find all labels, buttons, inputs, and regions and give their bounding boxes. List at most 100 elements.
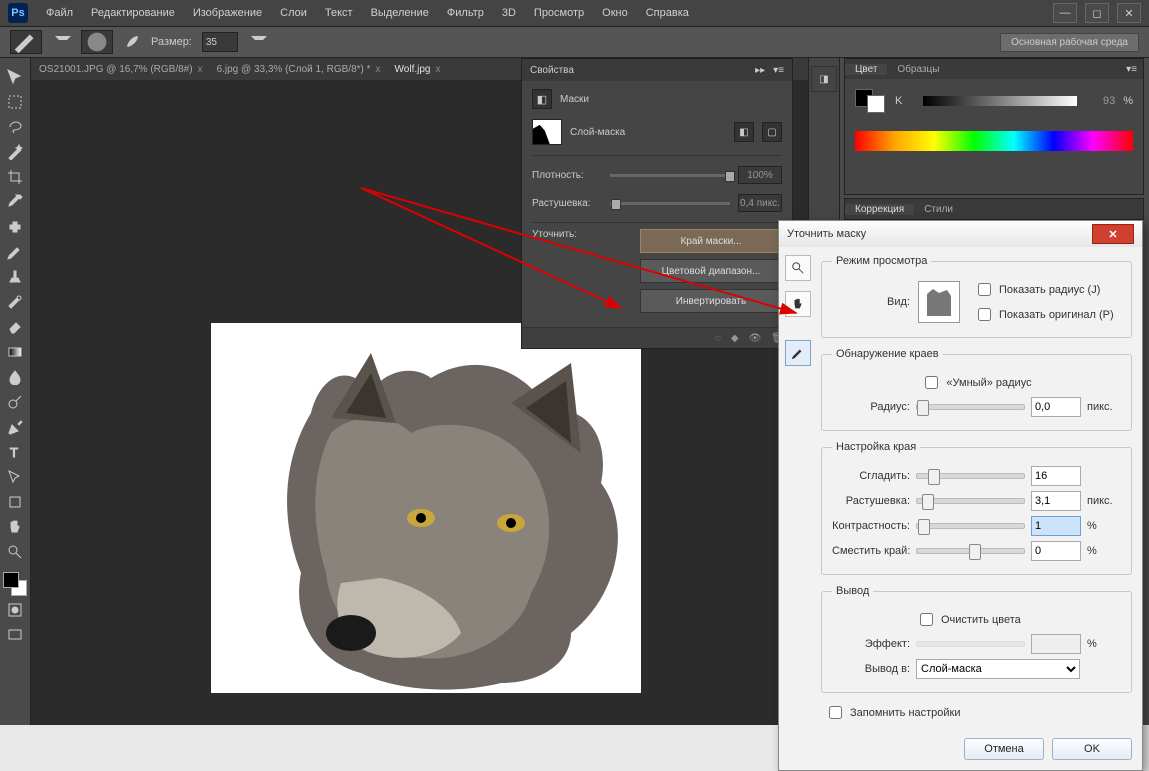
dodge-tool-icon[interactable] <box>3 391 27 413</box>
tab-swatches[interactable]: Образцы <box>887 64 949 75</box>
pixel-mask-icon[interactable]: ◧ <box>734 122 754 142</box>
menu-3d[interactable]: 3D <box>502 7 516 19</box>
tab-close-icon[interactable]: x <box>198 64 203 75</box>
tab-corrections[interactable]: Коррекция <box>845 204 914 215</box>
contrast-input[interactable] <box>1031 516 1081 536</box>
crop-tool-icon[interactable] <box>3 166 27 188</box>
workspace-button[interactable]: Основная рабочая среда <box>1000 33 1139 52</box>
tab-close-icon[interactable]: x <box>376 64 381 75</box>
stamp-tool-icon[interactable] <box>3 266 27 288</box>
document-tab[interactable]: Wolf.jpgx <box>395 64 441 75</box>
type-tool-icon[interactable]: T <box>3 441 27 463</box>
brush-size-input[interactable] <box>202 32 238 52</box>
shift-edge-input[interactable] <box>1031 541 1081 561</box>
move-tool-icon[interactable] <box>3 66 27 88</box>
eraser-tool-icon[interactable] <box>3 316 27 338</box>
density-value[interactable]: 100% <box>738 166 782 184</box>
radius-slider[interactable] <box>916 404 1025 410</box>
smooth-input[interactable] <box>1031 466 1081 486</box>
tab-close-icon[interactable]: x <box>436 64 441 75</box>
menu-layer[interactable]: Слои <box>280 7 307 19</box>
toggle-mask-icon[interactable]: 👁 <box>749 333 762 344</box>
minimize-icon[interactable]: — <box>1053 3 1077 23</box>
remember-settings-checkbox[interactable]: Запомнить настройки <box>825 703 1132 722</box>
document-tab[interactable]: OS21001.JPG @ 16,7% (RGB/8#)x <box>39 64 203 75</box>
zoom-tool-icon[interactable] <box>3 541 27 563</box>
mask-thumbnail[interactable] <box>532 119 562 145</box>
panel-menu-icon[interactable]: ▾≡ <box>1120 64 1143 75</box>
blur-tool-icon[interactable] <box>3 366 27 388</box>
panel-collapse-icon[interactable]: ▸▸ <box>755 65 765 76</box>
shape-tool-icon[interactable] <box>3 491 27 513</box>
brush-panel-icon[interactable] <box>123 33 141 51</box>
hand-tool-icon[interactable] <box>785 291 811 317</box>
brush-size-dropdown[interactable] <box>251 36 267 48</box>
invert-button[interactable]: Инвертировать <box>640 289 782 313</box>
feather-slider[interactable] <box>916 498 1025 504</box>
menu-help[interactable]: Справка <box>646 7 689 19</box>
refine-brush-icon[interactable] <box>785 340 811 366</box>
dialog-close-button[interactable]: ✕ <box>1092 224 1134 244</box>
menu-filter[interactable]: Фильтр <box>447 7 484 19</box>
menu-file[interactable]: Файл <box>46 7 73 19</box>
path-select-icon[interactable] <box>3 466 27 488</box>
mask-mode-icon[interactable]: ◧ <box>532 89 552 109</box>
load-selection-icon[interactable]: ◌ <box>715 333 721 344</box>
menu-view[interactable]: Просмотр <box>534 7 584 19</box>
menu-select[interactable]: Выделение <box>371 7 429 19</box>
cancel-button[interactable]: Отмена <box>964 738 1044 760</box>
ok-button[interactable]: OK <box>1052 738 1132 760</box>
fgbg-color-icon[interactable] <box>855 89 885 113</box>
history-brush-icon[interactable] <box>3 291 27 313</box>
smooth-slider[interactable] <box>916 473 1025 479</box>
lasso-tool-icon[interactable] <box>3 116 27 138</box>
spectrum-bar[interactable] <box>855 131 1133 151</box>
menu-text[interactable]: Текст <box>325 7 353 19</box>
radius-input[interactable] <box>1031 397 1081 417</box>
document-tab[interactable]: 6.jpg @ 33,3% (Слой 1, RGB/8*) *x <box>217 64 381 75</box>
k-slider[interactable] <box>923 96 1077 106</box>
color-range-button[interactable]: Цветовой диапазон... <box>640 259 782 283</box>
menu-edit[interactable]: Редактирование <box>91 7 175 19</box>
show-radius-checkbox[interactable]: Показать радиус (J) <box>974 280 1114 299</box>
eyedropper-tool-icon[interactable] <box>3 191 27 213</box>
vector-mask-icon[interactable]: ▢ <box>762 122 782 142</box>
marquee-tool-icon[interactable] <box>3 91 27 113</box>
tab-color[interactable]: Цвет <box>845 64 887 75</box>
hand-tool-icon[interactable] <box>3 516 27 538</box>
fgbg-swatch[interactable] <box>3 572 27 596</box>
panel-menu-icon[interactable]: ▾≡ <box>773 65 784 76</box>
screenmode-icon[interactable] <box>3 624 27 646</box>
decontaminate-checkbox[interactable]: Очистить цвета <box>916 610 1021 629</box>
mask-edge-button[interactable]: Край маски... <box>640 229 782 253</box>
panel-icon[interactable]: ◨ <box>811 66 837 92</box>
tool-preset-icon[interactable] <box>10 30 42 54</box>
feather-value[interactable]: 0,4 пикс. <box>738 194 782 212</box>
contrast-slider[interactable] <box>916 523 1025 529</box>
menu-window[interactable]: Окно <box>602 7 628 19</box>
close-icon[interactable]: ✕ <box>1117 3 1141 23</box>
feather-input[interactable] <box>1031 491 1081 511</box>
wand-tool-icon[interactable] <box>3 141 27 163</box>
gradient-tool-icon[interactable] <box>3 341 27 363</box>
tab-styles[interactable]: Стили <box>914 204 963 215</box>
smart-radius-checkbox[interactable]: «Умный» радиус <box>921 373 1031 392</box>
zoom-tool-icon[interactable] <box>785 255 811 281</box>
pen-tool-icon[interactable] <box>3 416 27 438</box>
quickmask-icon[interactable] <box>3 599 27 621</box>
apply-mask-icon[interactable]: ◆ <box>731 333 739 344</box>
brush-preview-icon[interactable] <box>81 30 113 54</box>
menu-image[interactable]: Изображение <box>193 7 262 19</box>
density-slider[interactable] <box>610 174 730 177</box>
maximize-icon[interactable]: ◻ <box>1085 3 1109 23</box>
canvas-area[interactable]: OS21001.JPG @ 16,7% (RGB/8#)x 6.jpg @ 33… <box>31 58 808 725</box>
k-value[interactable]: 93 <box>1085 95 1115 107</box>
show-original-checkbox[interactable]: Показать оригинал (P) <box>974 305 1114 324</box>
output-to-select[interactable]: Слой-маска <box>916 659 1080 679</box>
brush-tool-icon[interactable] <box>3 241 27 263</box>
shift-edge-slider[interactable] <box>916 548 1025 554</box>
feather-slider[interactable] <box>610 202 730 205</box>
view-thumbnail[interactable] <box>918 281 960 323</box>
heal-tool-icon[interactable] <box>3 216 27 238</box>
tool-preset-dropdown[interactable] <box>55 36 71 48</box>
